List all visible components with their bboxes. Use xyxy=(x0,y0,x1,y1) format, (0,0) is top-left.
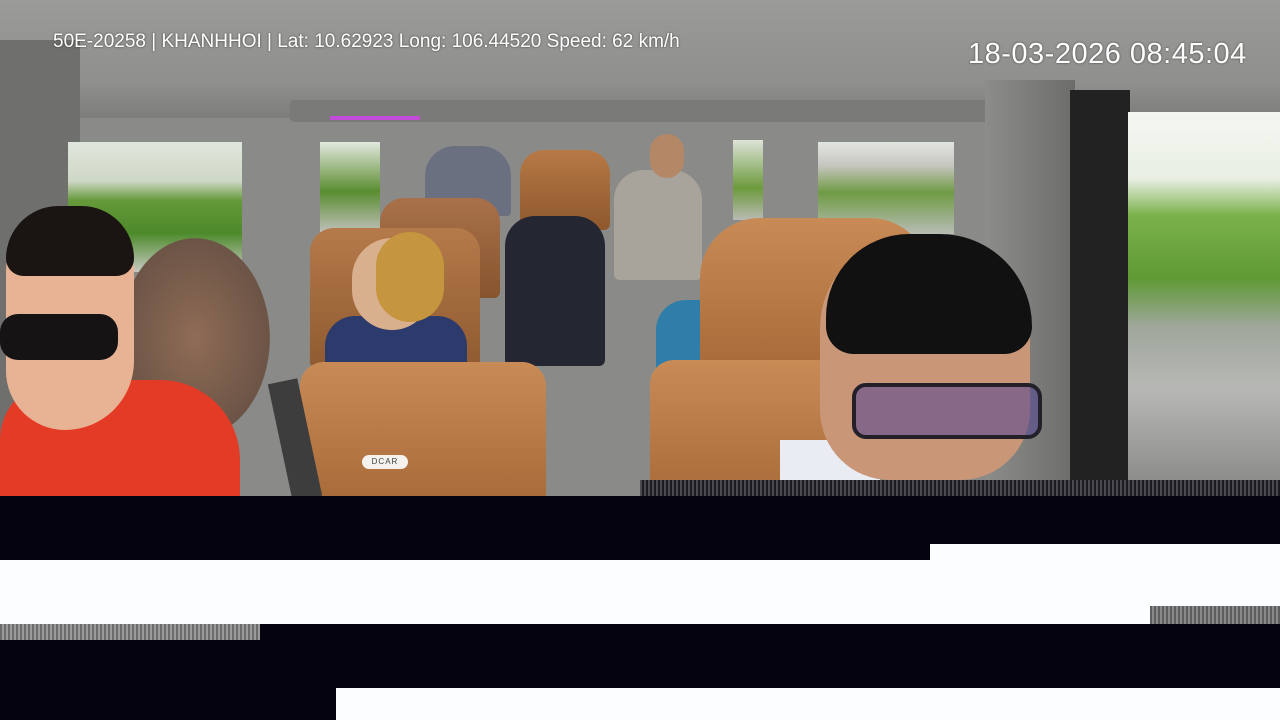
sunglasses-icon xyxy=(0,314,118,360)
vehicle-info-overlay: 50E-20258 | KHANHHOI | Lat: 10.62923 Lon… xyxy=(53,31,680,52)
corrupted-noise-left xyxy=(0,624,260,640)
timestamp-overlay: 18-03-2026 08:45:04 xyxy=(968,38,1247,70)
standing-passenger-head xyxy=(650,134,684,178)
rear-left-window xyxy=(320,142,380,232)
corrupted-noise-right xyxy=(1150,606,1280,624)
dashcam-frame: DCAR 50E-20258 | KHANHHOI | Lat: 10.6292… xyxy=(0,0,1280,496)
eyeglasses-icon xyxy=(852,383,1042,439)
door-frame xyxy=(1070,90,1130,480)
corrupted-scanline xyxy=(640,480,1280,496)
front-seat-left xyxy=(300,362,546,496)
door-window xyxy=(1128,112,1280,482)
rear-right-window xyxy=(733,140,763,220)
seat-badge: DCAR xyxy=(362,455,408,469)
corrupted-band xyxy=(0,560,1280,624)
corrupted-band-bottom xyxy=(336,688,1280,720)
woman-passenger-hair xyxy=(376,232,444,322)
seated-passenger-dark xyxy=(505,216,605,366)
ceiling-led-strip xyxy=(330,116,420,120)
standing-passenger xyxy=(614,170,702,280)
